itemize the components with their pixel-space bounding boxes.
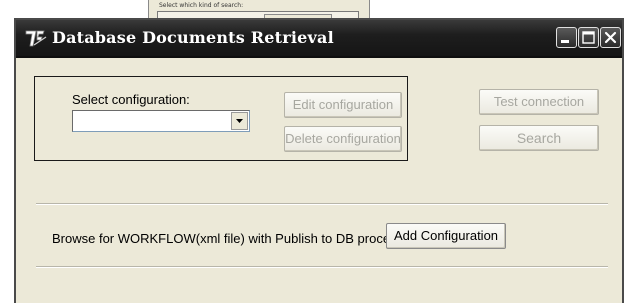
divider [36, 203, 608, 205]
add-configuration-button[interactable]: Add Configuration [386, 223, 506, 249]
configuration-select[interactable] [72, 110, 250, 132]
dropdown-button[interactable] [231, 112, 248, 130]
window-title: Database Documents Retrieval [52, 28, 334, 47]
app-logo-icon [24, 28, 48, 48]
edit-configuration-button[interactable]: Edit configuration [284, 92, 402, 118]
browse-workflow-label: Browse for WORKFLOW(xml file) with Publi… [52, 231, 407, 246]
select-configuration-label: Select configuration: [72, 92, 190, 107]
maximize-button[interactable] [578, 27, 599, 48]
background-hint-text: Select which kind of search: [159, 2, 244, 9]
search-button[interactable]: Search [479, 125, 599, 151]
divider [36, 266, 608, 268]
maximize-icon [582, 31, 595, 44]
chevron-down-icon [236, 119, 243, 123]
minimize-button[interactable] [556, 27, 577, 48]
close-button[interactable] [600, 27, 621, 48]
minimize-icon [561, 40, 569, 43]
title-bar[interactable]: Database Documents Retrieval [16, 20, 622, 58]
delete-configuration-button[interactable]: Delete configuration [284, 126, 402, 152]
main-window: Database Documents Retrieval Select conf… [14, 18, 624, 303]
close-icon [604, 31, 617, 44]
test-connection-button[interactable]: Test connection [479, 89, 599, 115]
